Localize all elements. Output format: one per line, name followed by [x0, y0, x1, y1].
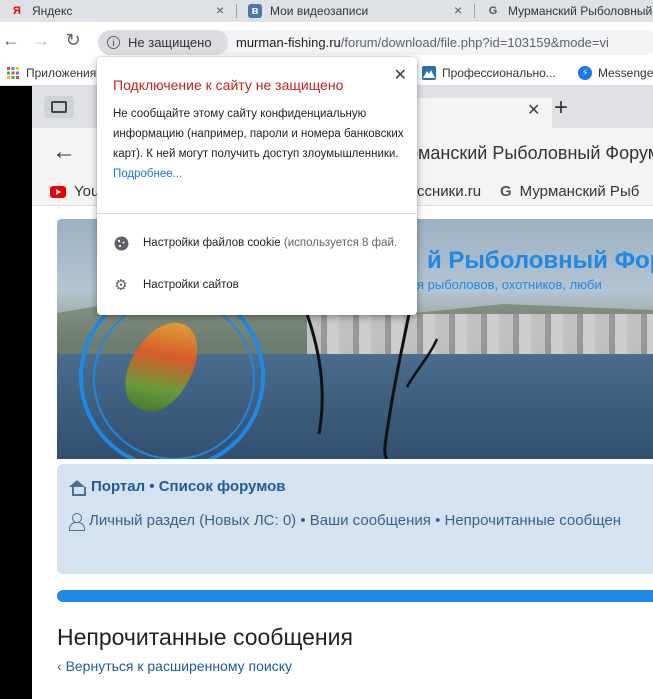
forum-icon: G — [488, 5, 498, 17]
reload-icon[interactable]: ↻ — [62, 30, 84, 51]
close-icon[interactable]: × — [216, 2, 224, 18]
tab-label: Мурманский Рыболовный — [508, 4, 653, 18]
page-title: Непрочитанные сообщения — [57, 624, 353, 650]
bookmark-apps[interactable]: Приложения — [6, 66, 96, 80]
tab-label: Яндекс — [32, 4, 73, 18]
user-icon — [69, 512, 85, 531]
url-path: /forum/download/file.php?id=103159&mode=… — [340, 35, 609, 50]
inner-address-text: рманский Рыболовный Форум — [408, 143, 653, 163]
nav-line-1: Портал • Список форумов — [91, 478, 286, 495]
cookie-icon — [113, 235, 129, 251]
back-arrow-icon[interactable]: ← — [0, 30, 22, 51]
site-settings-item[interactable]: ⚙ Настройки сайтов — [113, 277, 239, 294]
forward-arrow-icon[interactable]: → — [30, 30, 52, 51]
bookmark-label: Профессионально... — [442, 66, 556, 80]
cookie-count-hint: (используется 8 фай. — [283, 237, 398, 249]
tab-strip: Я Яндекс × в Мои видеозаписи × G Мурманс… — [0, 0, 653, 22]
nav-line-2: Личный раздел (Новых ЛС: 0) • Ваши сообщ… — [89, 512, 622, 529]
forum-nav-panel: Портал • Список форумов Личный раздел (Н… — [57, 464, 653, 574]
close-icon[interactable]: ✕ — [394, 65, 407, 85]
sidebar-toggle-icon[interactable] — [44, 96, 74, 118]
address-bar[interactable]: i Не защищено murman-fishing.ru/forum/do… — [98, 30, 653, 55]
inner-bookmark-odnoklassniki[interactable]: ссники.ru — [417, 183, 481, 200]
popup-body: Не сообщайте этому сайту конфиденциальну… — [113, 104, 405, 184]
forum-icon: G — [500, 183, 512, 200]
home-icon — [69, 479, 86, 496]
tab-separator — [236, 4, 237, 18]
gear-icon: ⚙ — [114, 277, 128, 294]
back-arrow-icon[interactable]: ← — [52, 138, 76, 166]
security-label: Не защищено — [128, 35, 212, 50]
close-icon[interactable]: ✕ — [527, 100, 540, 120]
browser-toolbar: ← → ↻ i Не защищено murman-fishing.ru/fo… — [0, 22, 653, 62]
info-icon: i — [107, 36, 120, 49]
tab-separator — [474, 4, 475, 18]
vk-icon: в — [248, 4, 262, 18]
bookmark-messenger[interactable]: ⚡ Messenge — [578, 66, 653, 80]
tab-videos[interactable]: в Мои видеозаписи × — [248, 0, 468, 22]
nav-breadcrumb[interactable]: Портал • Список форумов — [69, 478, 286, 496]
inner-bookmark-forum[interactable]: G Мурманский Рыб — [500, 183, 639, 200]
youtube-icon — [50, 185, 66, 198]
tab-label: Мои видеозаписи — [270, 4, 369, 18]
bookmark-label: Мурманский Рыб — [519, 183, 640, 200]
messenger-icon: ⚡ — [578, 66, 592, 80]
popup-title: Подключение к сайту не защищено — [113, 77, 344, 93]
security-chip[interactable]: i Не защищено — [98, 30, 228, 55]
url-host: murman-fishing.ru — [236, 35, 341, 50]
popup-divider — [97, 213, 417, 214]
tab-yandex[interactable]: Я Яндекс × — [10, 0, 230, 22]
apps-grid-icon — [6, 66, 20, 80]
close-icon[interactable]: × — [454, 2, 462, 18]
url-text[interactable]: murman-fishing.ru/forum/download/file.ph… — [236, 35, 609, 50]
yandex-icon: Я — [13, 5, 21, 17]
site-security-popup: Подключение к сайту не защищено ✕ Не соо… — [97, 57, 417, 315]
inner-bookmark-youtube[interactable]: You — [50, 183, 99, 200]
blue-divider-bar — [57, 590, 653, 602]
black-border — [0, 86, 32, 699]
tab-forum[interactable]: G Мурманский Рыболовный — [486, 0, 653, 22]
bookmark-label: ссники.ru — [417, 183, 482, 200]
new-tab-icon[interactable]: + — [554, 94, 568, 122]
cookie-settings-label: Настройки файлов cookie — [143, 237, 281, 249]
mountain-icon — [422, 66, 436, 80]
back-link-label: Вернуться к расширенному поиску — [65, 658, 292, 674]
popup-body-text: Не сообщайте этому сайту конфиденциальну… — [113, 108, 404, 160]
cookie-settings-item[interactable]: Настройки файлов cookie (используется 8 … — [113, 235, 397, 251]
learn-more-link[interactable]: Подробнее... — [113, 168, 182, 180]
bookmark-label: Messenge — [598, 66, 653, 80]
site-settings-label: Настройки сайтов — [143, 279, 239, 291]
back-to-search-link[interactable]: ‹ Вернуться к расширенному поиску — [57, 658, 292, 674]
nav-user-links[interactable]: Личный раздел (Новых ЛС: 0) • Ваши сообщ… — [69, 512, 622, 531]
bookmark-professional[interactable]: Профессионально... — [422, 66, 556, 80]
bookmark-label: You — [74, 183, 100, 200]
bookmark-label: Приложения — [26, 66, 97, 80]
